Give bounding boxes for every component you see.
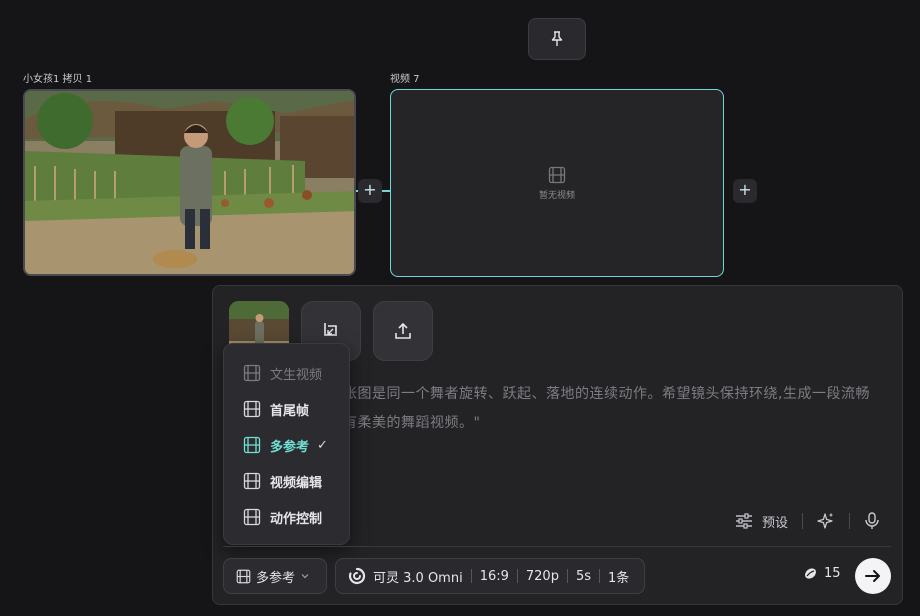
bar-divider — [516, 569, 518, 583]
arrow-right-icon — [865, 570, 880, 582]
mode-select-label: 多参考 — [256, 570, 296, 586]
menu-item-multi-reference[interactable]: 多参考 ✓ — [224, 427, 349, 463]
tool-divider — [802, 513, 803, 529]
video-node-label: 视频 7 — [390, 74, 420, 85]
video-node[interactable]: 暂无视频 — [390, 89, 724, 277]
credits-display: 15 — [803, 566, 841, 581]
prompt-text[interactable]: 张图是同一个舞者旋转、跃起、落地的连续动作。希望镜头保持环绕,生成一段流畅 有柔… — [343, 380, 893, 438]
prompt-line-2: 有柔美的舞蹈视频。" — [343, 415, 481, 431]
pin-icon — [551, 31, 563, 46]
menu-item-label: 文生视频 — [270, 367, 323, 383]
prompt-line-1: 张图是同一个舞者旋转、跃起、落地的连续动作。希望镜头保持环绕,生成一段流畅 — [343, 386, 870, 402]
image-node[interactable] — [23, 89, 356, 276]
tool-divider — [849, 513, 850, 529]
pin-button[interactable] — [528, 18, 586, 60]
send-button[interactable] — [855, 558, 891, 594]
menu-item-label: 动作控制 — [270, 511, 323, 527]
model-name: 可灵 3.0 Omni — [373, 570, 463, 586]
preset-label: 预设 — [761, 515, 788, 531]
duration: 5s — [575, 568, 592, 584]
menu-item-label: 视频编辑 — [270, 475, 323, 491]
mode-select-button[interactable]: 多参考 — [223, 558, 327, 594]
bar-divider — [470, 569, 472, 583]
sliders-icon — [735, 513, 752, 529]
upload-icon — [395, 322, 411, 339]
film-icon — [243, 364, 261, 382]
video-empty-text: 暂无视频 — [538, 190, 575, 201]
preset-button[interactable]: 预设 — [735, 512, 788, 531]
film-icon — [548, 166, 566, 183]
menu-item-label: 多参考 — [270, 439, 310, 455]
film-icon — [243, 400, 261, 418]
kling-logo-icon — [348, 567, 366, 585]
menu-item-motion-control[interactable]: 动作控制 — [224, 499, 349, 535]
film-icon — [243, 508, 261, 526]
credits-value: 15 — [824, 566, 841, 581]
mode-menu: 文生视频 首尾帧 多参考 ✓ 视频编辑 动作控制 — [223, 343, 350, 545]
sparkle-icon[interactable] — [817, 512, 835, 530]
menu-item-text-to-video[interactable]: 文生视频 — [224, 355, 349, 391]
aspect-ratio: 16:9 — [479, 568, 509, 584]
chevron-down-icon — [301, 574, 309, 579]
film-icon — [243, 436, 261, 454]
menu-item-video-edit[interactable]: 视频编辑 — [224, 463, 349, 499]
model-settings-bar[interactable]: 可灵 3.0 Omni 16:9 720p 5s 1条 — [335, 558, 645, 594]
film-icon — [236, 569, 251, 583]
check-icon: ✓ — [317, 437, 328, 453]
microphone-icon[interactable] — [864, 512, 880, 530]
image-node-label: 小女孩1 拷贝 1 — [23, 74, 93, 85]
crop-icon — [324, 323, 337, 336]
menu-item-first-last-frame[interactable]: 首尾帧 — [224, 391, 349, 427]
menu-item-label: 首尾帧 — [270, 403, 310, 419]
film-icon — [243, 472, 261, 490]
upload-button[interactable] — [373, 301, 433, 361]
village-girl-image — [25, 91, 354, 274]
add-node-right-button[interactable]: + — [733, 179, 757, 203]
prompt-tools: 预设 — [735, 508, 880, 534]
output-count: 1条 — [608, 570, 630, 586]
bar-divider — [566, 569, 568, 583]
add-node-left-button[interactable]: + — [358, 179, 382, 203]
credit-icon — [805, 568, 816, 579]
resolution: 720p — [525, 568, 559, 584]
bar-divider — [599, 569, 601, 583]
panel-divider — [223, 546, 891, 547]
